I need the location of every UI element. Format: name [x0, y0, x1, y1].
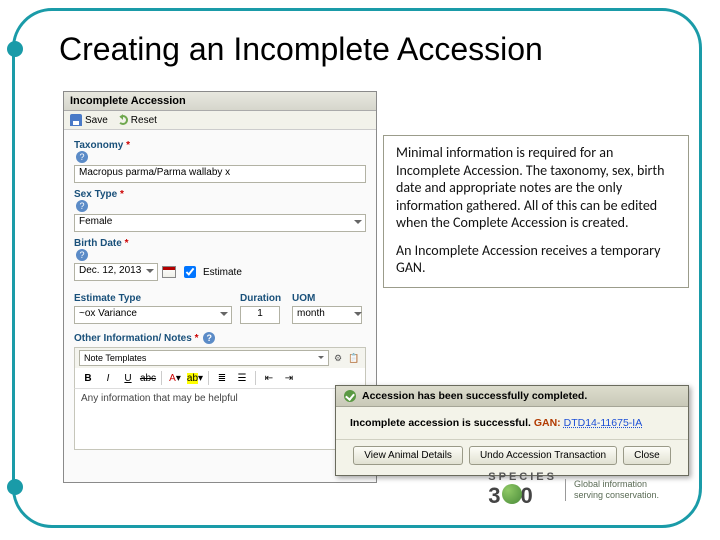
- estimate-checkbox-label: Estimate: [203, 267, 242, 278]
- view-animal-details-button[interactable]: View Animal Details: [353, 446, 463, 465]
- font-color-button[interactable]: A▾: [166, 370, 184, 386]
- notes-label: Other Information/ Notes * ?: [74, 332, 366, 344]
- success-buttons: View Animal Details Undo Accession Trans…: [336, 439, 688, 475]
- globe-icon: [502, 484, 522, 504]
- success-dialog-title: Accession has been successfully complete…: [336, 386, 688, 407]
- gan-label: GAN:: [534, 417, 561, 429]
- annotation-text: Minimal information is required for an I…: [396, 144, 676, 232]
- frame-dot: [7, 479, 23, 495]
- indent-button[interactable]: ⇥: [280, 370, 298, 386]
- bold-button[interactable]: B: [79, 370, 97, 386]
- reset-icon: [118, 115, 128, 125]
- help-icon[interactable]: ?: [76, 200, 88, 212]
- strike-button[interactable]: abc: [139, 370, 157, 386]
- annotation-text: An Incomplete Accession receives a tempo…: [396, 242, 676, 277]
- undo-accession-button[interactable]: Undo Accession Transaction: [469, 446, 617, 465]
- gear-icon[interactable]: ⚙: [331, 351, 345, 365]
- form-toolbar: Save Reset: [64, 111, 376, 130]
- duration-input[interactable]: 1: [240, 306, 280, 324]
- toolbar-divider: [161, 371, 162, 385]
- slide-frame: Creating an Incomplete Accession Incompl…: [12, 8, 702, 528]
- estimate-type-select[interactable]: ~ox Variance: [74, 306, 232, 324]
- annotation-box: Minimal information is required for an I…: [383, 135, 689, 288]
- check-circle-icon: [344, 390, 356, 402]
- number-list-button[interactable]: ☰: [233, 370, 251, 386]
- uom-label: UOM: [292, 293, 366, 304]
- form-body: Taxonomy * ? Macropus parma/Parma wallab…: [64, 130, 376, 454]
- save-label: Save: [85, 115, 108, 126]
- sex-select[interactable]: Female: [74, 214, 366, 232]
- outdent-button[interactable]: ⇤: [260, 370, 278, 386]
- logo-brand-text: SPECIES: [488, 471, 557, 483]
- logo-360: 3 0 0: [488, 483, 557, 509]
- species360-logo: SPECIES 3 0 0 Global information serving…: [488, 471, 659, 509]
- note-template-toolbar: Note Templates ⚙ 📋: [74, 347, 366, 368]
- bullet-list-button[interactable]: ≣: [213, 370, 231, 386]
- gan-link[interactable]: DTD14-11675-IA: [564, 417, 643, 429]
- rich-text-toolbar: B I U abc A▾ ab▾ ≣ ☰ ⇤ ⇥: [74, 368, 366, 388]
- uom-select[interactable]: month: [292, 306, 362, 324]
- close-button[interactable]: Close: [623, 446, 671, 465]
- birth-date-label: Birth Date *: [74, 238, 366, 249]
- estimate-type-label: Estimate Type: [74, 293, 232, 304]
- success-message: Incomplete accession is successful. GAN:…: [336, 407, 688, 439]
- sex-label: Sex Type *: [74, 189, 366, 200]
- toolbar-divider: [255, 371, 256, 385]
- notes-textarea[interactable]: Any information that may be helpful: [74, 388, 366, 450]
- frame-dot: [7, 41, 23, 57]
- help-icon[interactable]: ?: [203, 332, 215, 344]
- taxonomy-input[interactable]: Macropus parma/Parma wallaby x: [74, 165, 366, 183]
- help-icon[interactable]: ?: [76, 151, 88, 163]
- note-template-select[interactable]: Note Templates: [79, 350, 329, 366]
- taxonomy-label: Taxonomy *: [74, 140, 366, 151]
- panel-title: Incomplete Accession: [64, 92, 376, 111]
- logo-tagline: Global information serving conservation.: [565, 479, 659, 501]
- duration-label: Duration: [240, 293, 284, 304]
- highlight-button[interactable]: ab▾: [186, 370, 204, 386]
- success-dialog: Accession has been successfully complete…: [335, 385, 689, 476]
- reset-button[interactable]: Reset: [118, 115, 157, 126]
- birth-date-input[interactable]: Dec. 12, 2013: [74, 263, 158, 281]
- reset-label: Reset: [131, 115, 157, 126]
- save-button[interactable]: Save: [70, 114, 108, 126]
- italic-button[interactable]: I: [99, 370, 117, 386]
- copy-icon[interactable]: 📋: [347, 351, 361, 365]
- underline-button[interactable]: U: [119, 370, 137, 386]
- save-icon: [70, 114, 82, 126]
- calendar-icon[interactable]: [162, 266, 176, 278]
- help-icon[interactable]: ?: [76, 249, 88, 261]
- estimate-checkbox[interactable]: [184, 266, 196, 278]
- slide-title: Creating an Incomplete Accession: [59, 31, 543, 68]
- incomplete-accession-panel: Incomplete Accession Save Reset Taxonomy…: [63, 91, 377, 483]
- toolbar-divider: [208, 371, 209, 385]
